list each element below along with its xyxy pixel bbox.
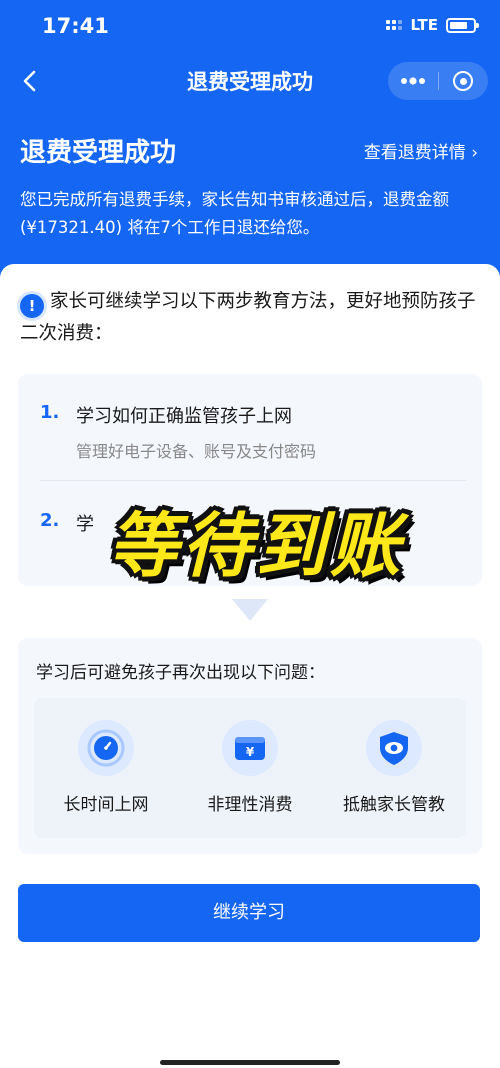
network-type: LTE [410,16,438,34]
problems-list: 长时间上网 ¥ 非理性消费 抵触家长管教 [34,698,466,838]
more-button[interactable] [388,73,438,89]
step-number: 2. [40,510,60,531]
problem-label: 长时间上网 [63,795,149,815]
divider [40,480,466,481]
status-icons: LTE [386,16,479,34]
clock-icon [78,720,134,776]
content-card: ! 家长可继续学习以下两步教育方法，更好地预防孩子二次消费： 1. 学习如何正确监… [0,264,500,1068]
notice: ! 家长可继续学习以下两步教育方法，更好地预防孩子二次消费： [20,286,480,350]
problem-item: 抵触家长管教 [329,720,459,838]
continue-learning-button[interactable]: 继续学习 [18,884,480,942]
overlay-caption: 等待到账 [76,490,436,590]
notice-text: 家长可继续学习以下两步教育方法，更好地预防孩子二次消费： [20,291,476,344]
close-button[interactable] [438,71,488,91]
signal-icon [386,20,403,30]
nav-bar: 退费受理成功 [0,56,500,106]
problem-item: ¥ 非理性消费 [185,720,315,838]
page-title: 退费受理成功 [20,138,177,168]
problem-label: 抵触家长管教 [343,795,445,815]
step-subtitle: 管理好电子设备、账号及支付密码 [76,442,317,461]
battery-icon [446,17,479,33]
info-icon: ! [20,294,44,318]
problems-title: 学习后可避免孩子再次出现以下问题： [36,663,325,683]
down-arrow-icon [232,599,268,621]
shield-eye-icon [366,720,422,776]
wallet-yuan-icon: ¥ [222,720,278,776]
status-bar: 17:41 LTE [0,0,500,56]
view-refund-details-link[interactable]: 查看退费详情 › [364,138,478,163]
more-dots-icon [400,77,425,85]
problem-item: 长时间上网 [41,720,171,838]
refund-description: 您已完成所有退费手续，家长告知书审核通过后，退费金额 (¥17321.40) 将… [20,190,449,237]
svg-text:¥: ¥ [246,745,255,759]
problem-label: 非理性消费 [207,795,293,815]
status-time: 17:41 [42,14,109,38]
capsule-close-icon [453,71,474,91]
problems-panel: 学习后可避免孩子再次出现以下问题： 长时间上网 ¥ 非理性消费 抵触家长管教 [18,638,482,854]
step-title: 学习如何正确监管孩子上网 [76,406,292,427]
overlay-text: 等待到账 [108,504,404,587]
mini-program-capsule [388,62,488,100]
home-indicator [160,1060,340,1065]
step-number: 1. [40,402,60,423]
